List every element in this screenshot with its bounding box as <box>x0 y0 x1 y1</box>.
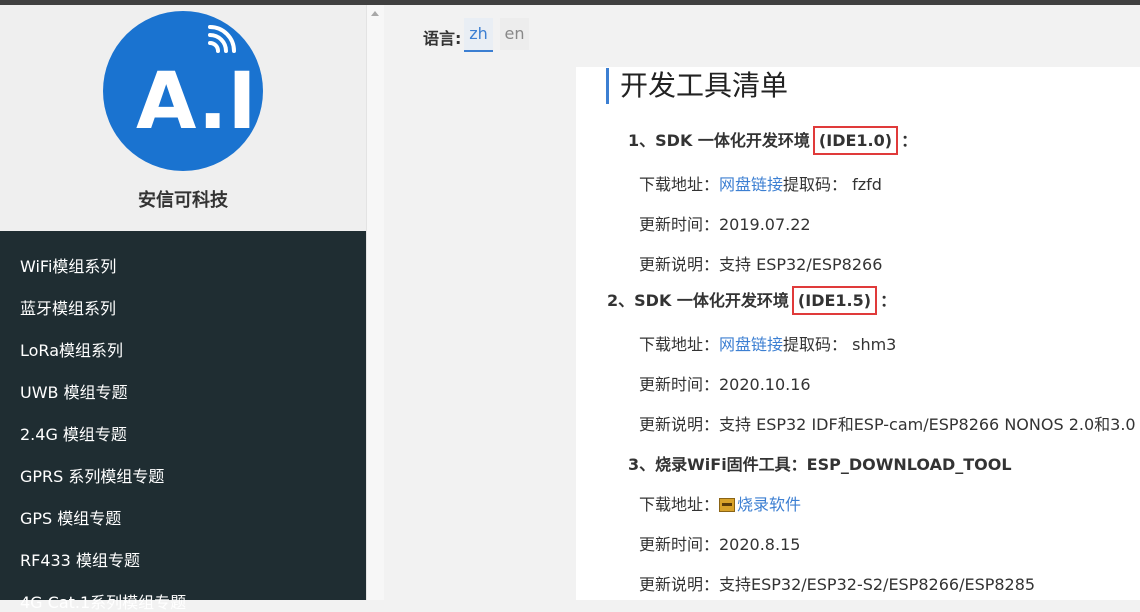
language-label: 语言: <box>423 29 462 48</box>
logo-letters: A.I <box>136 57 256 147</box>
download-label: 下载地址： <box>639 495 720 514</box>
sidebar-item-2-4g[interactable]: 2.4G 模组专题 <box>0 414 366 456</box>
section-2-update-time: 更新时间：2020.10.16 <box>639 375 811 394</box>
language-tab-zh[interactable]: zh <box>464 18 493 52</box>
brand-name: 安信可科技 <box>138 190 228 211</box>
company-logo[interactable]: A.I <box>102 10 264 172</box>
netdisk-link-1[interactable]: 网盘链接 <box>719 175 783 194</box>
sidebar-item-uwb[interactable]: UWB 模组专题 <box>0 372 366 414</box>
section-1-update-time: 更新时间：2019.07.22 <box>639 215 811 234</box>
sidebar-item-gprs[interactable]: GPRS 系列模组专题 <box>0 456 366 498</box>
section-1-heading: 1、SDK 一体化开发环境 (IDE1.0)： <box>628 126 917 155</box>
page-title: 开发工具清单 <box>606 68 788 104</box>
section-3-heading: 3、烧录WiFi固件工具：ESP_DOWNLOAD_TOOL <box>628 455 1012 474</box>
scroll-up-icon[interactable] <box>371 11 379 16</box>
extract-code-2: 提取码： shm3 <box>783 335 897 354</box>
extract-code-1: 提取码： fzfd <box>783 175 882 194</box>
ide-version-badge-1: (IDE1.0) <box>812 126 899 155</box>
brand-area: A.I 安信可科技 <box>0 5 366 231</box>
sidebar-item-bluetooth[interactable]: 蓝牙模组系列 <box>0 288 366 330</box>
section-1-update-note: 更新说明：支持 ESP32/ESP8266 <box>639 255 883 274</box>
section-1-download: 下载地址：网盘链接提取码： fzfd <box>639 171 882 195</box>
section-2-download: 下载地址：网盘链接提取码： shm3 <box>639 331 896 355</box>
section-2-title: 2、SDK 一体化开发环境 <box>607 291 789 310</box>
section-2-update-note: 更新说明：支持 ESP32 IDF和ESP-cam/ESP8266 NONOS … <box>639 415 1136 434</box>
sidebar-item-rf433[interactable]: RF433 模组专题 <box>0 540 366 582</box>
section-3-update-note: 更新说明：支持ESP32/ESP32-S2/ESP8266/ESP8285 <box>639 575 1036 594</box>
sidebar-item-wifi[interactable]: WiFi模组系列 <box>0 246 366 288</box>
zip-file-icon <box>719 498 736 512</box>
section-1-title: 1、SDK 一体化开发环境 <box>628 131 810 150</box>
section-3-download: 下载地址： 烧录软件 <box>639 491 801 515</box>
sidebar: A.I 安信可科技 WiFi模组系列 蓝牙模组系列 LoRa模组系列 UWB 模… <box>0 5 366 612</box>
main-content: 开发工具清单 1、SDK 一体化开发环境 (IDE1.0)： 下载地址：网盘链接提… <box>576 67 1140 600</box>
sidebar-item-gps[interactable]: GPS 模组专题 <box>0 498 366 540</box>
flash-tool-link[interactable]: 烧录软件 <box>737 495 801 514</box>
section-2-colon: ： <box>880 291 897 310</box>
sidebar-item-lora[interactable]: LoRa模组系列 <box>0 330 366 372</box>
sidebar-scrollbar[interactable] <box>366 5 384 600</box>
language-bar: 语言: zh en <box>384 5 1140 67</box>
section-2-heading: 2、SDK 一体化开发环境 (IDE1.5)： <box>607 286 896 315</box>
sidebar-nav: WiFi模组系列 蓝牙模组系列 LoRa模组系列 UWB 模组专题 2.4G 模… <box>0 246 366 612</box>
ide-version-badge-2: (IDE1.5) <box>791 286 878 315</box>
netdisk-link-2[interactable]: 网盘链接 <box>719 335 783 354</box>
download-label: 下载地址： <box>639 335 720 354</box>
download-label: 下载地址： <box>639 175 720 194</box>
section-3-update-time: 更新时间：2020.8.15 <box>639 535 801 554</box>
language-tab-en[interactable]: en <box>500 18 529 50</box>
sidebar-item-4g-cat1[interactable]: 4G Cat.1系列模组专题 <box>0 582 366 612</box>
section-1-colon: ： <box>901 131 918 150</box>
